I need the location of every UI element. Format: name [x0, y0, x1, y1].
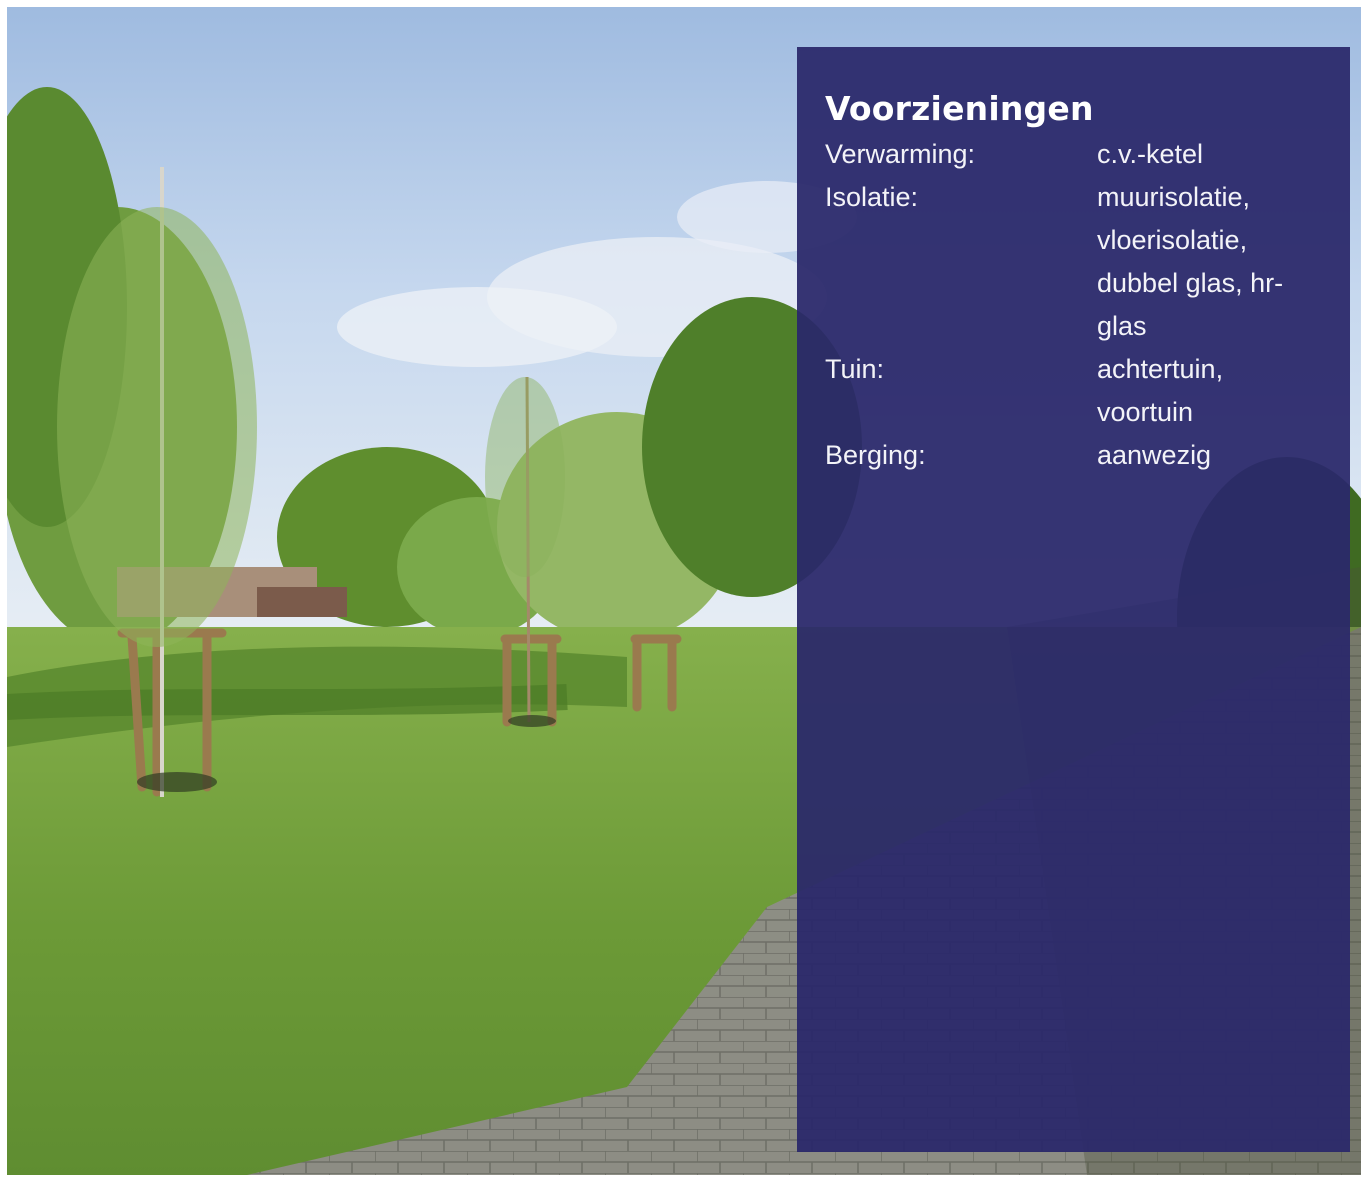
feature-label-storage: Berging: — [825, 440, 926, 470]
feature-row-heating: Verwarming: c.v.-ketel — [825, 133, 1322, 176]
feature-label-heating: Verwarming: — [825, 139, 976, 169]
feature-value-garden: achtertuin, voortuin — [1097, 354, 1224, 427]
feature-label-garden: Tuin: — [825, 354, 885, 384]
features-list: Verwarming: c.v.-ketel Isolatie: muuriso… — [825, 133, 1322, 477]
features-panel: Voorzieningen Verwarming: c.v.-ketel Iso… — [797, 47, 1350, 1152]
feature-value-storage: aanwezig — [1097, 440, 1212, 470]
feature-value-insulation: muurisolatie, vloerisolatie, dubbel glas… — [1097, 182, 1284, 341]
feature-row-storage: Berging: aanwezig — [825, 434, 1322, 477]
feature-row-garden: Tuin: achtertuin, voortuin — [825, 348, 1322, 434]
panel-title: Voorzieningen — [825, 89, 1094, 128]
feature-label-insulation: Isolatie: — [825, 182, 919, 212]
feature-row-insulation: Isolatie: muurisolatie, vloerisolatie, d… — [825, 176, 1322, 348]
feature-value-heating: c.v.-ketel — [1097, 139, 1204, 169]
